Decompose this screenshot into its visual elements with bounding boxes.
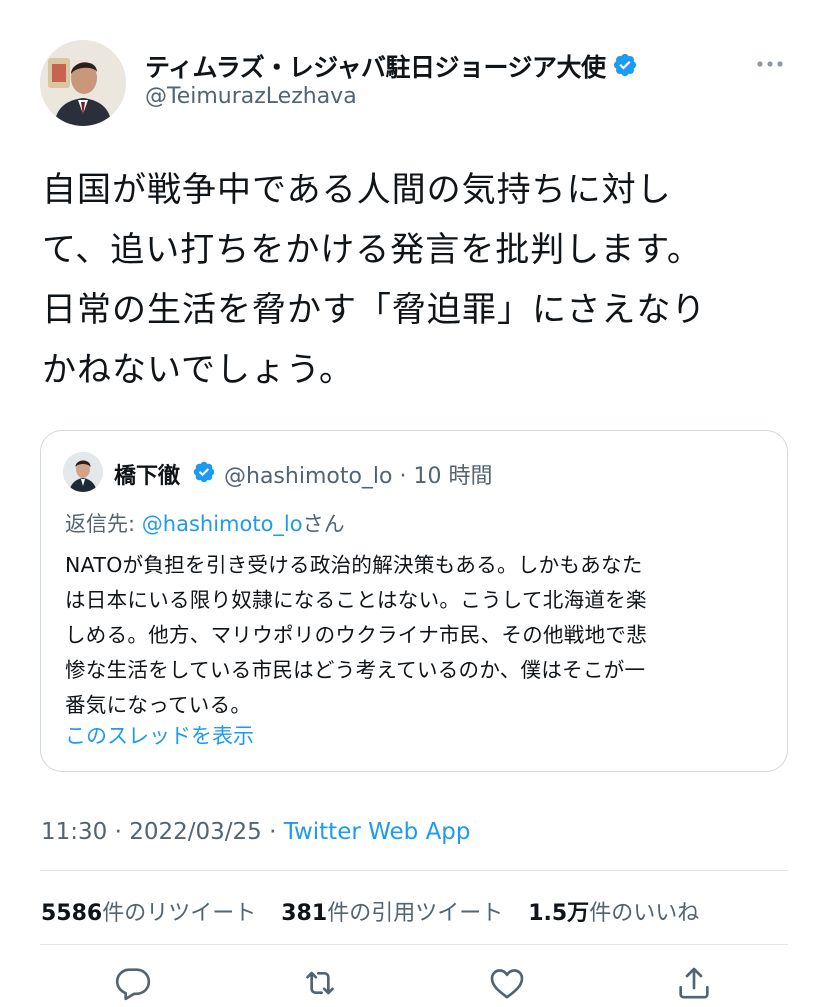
share-icon xyxy=(679,967,709,999)
tweet-timestamp: 11:30 · 2022/03/25 · Twitter Web App xyxy=(41,819,471,845)
quotes-label: 件の引用ツイート xyxy=(327,901,504,926)
quoted-tweet[interactable]: 橋下徹 @hashimoto_lo · 10 時間 返信先: @hashimot… xyxy=(40,430,788,772)
tweet-line: て、追い打ちをかける発言を批判します。 xyxy=(42,230,702,270)
quote-handle-time[interactable]: @hashimoto_lo · 10 時間 xyxy=(224,458,492,490)
author-handle[interactable]: @TeimurazLezhava xyxy=(145,84,357,109)
reply-mention-link[interactable]: @hashimoto_lo xyxy=(142,512,303,536)
tweet-stats: 5586件のリツイート 381件の引用ツイート 1.5万件のいいね xyxy=(41,895,717,927)
more-icon[interactable] xyxy=(754,52,786,76)
retweets-stat[interactable]: 5586件のリツイート xyxy=(41,901,256,926)
likes-label: 件のいいね xyxy=(589,901,700,926)
quote-author-name[interactable]: 橋下徹 xyxy=(114,458,180,490)
tweet-line: 日常の生活を脅かす「脅迫罪」にさえなり xyxy=(42,290,707,330)
likes-stat[interactable]: 1.5万件のいいね xyxy=(528,901,699,926)
quotes-stat[interactable]: 381件の引用ツイート xyxy=(281,901,503,926)
likes-count: 1.5万 xyxy=(528,901,590,926)
author-name[interactable]: ティムラズ・レジャバ駐日ジョージア大使 xyxy=(145,48,606,84)
author-avatar[interactable] xyxy=(40,40,126,126)
verified-badge-icon xyxy=(193,461,215,483)
tweet-line: かねないでしょう。 xyxy=(42,350,354,390)
quote-line: 惨な生活をしている市民はどう考えているのか、僕はそこが一 xyxy=(65,658,646,682)
like-icon xyxy=(490,969,524,999)
tweet-line: 自国が戦争中である人間の気持ちに対し xyxy=(42,170,672,210)
share-button[interactable] xyxy=(674,963,714,1003)
tweet-text: 自国が戦争中である人間の気持ちに対し て、追い打ちをかける発言を批判します。 日… xyxy=(42,160,787,400)
quote-reply-context: 返信先: @hashimoto_loさん xyxy=(65,508,345,538)
divider xyxy=(40,944,788,945)
verified-badge-icon xyxy=(613,53,637,77)
show-thread-link[interactable]: このスレッドを表示 xyxy=(65,720,254,750)
quote-line: 番気になっている。 xyxy=(65,693,252,717)
reply-suffix: さん xyxy=(302,512,345,536)
reply-button[interactable] xyxy=(113,963,153,1003)
timestamp-time[interactable]: 11:30 · 2022/03/25 · xyxy=(41,819,284,845)
quote-line: NATOが負担を引き受ける政治的解決策もある。しかもあなた xyxy=(65,553,643,577)
retweet-icon xyxy=(306,971,334,995)
tweet-source-link[interactable]: Twitter Web App xyxy=(284,819,471,845)
reply-prefix: 返信先: xyxy=(65,512,142,536)
quotes-count: 381 xyxy=(281,901,328,926)
quote-line: は日本にいる限り奴隷になることはない。こうして北海道を楽 xyxy=(65,588,647,612)
divider xyxy=(40,870,788,871)
reply-icon xyxy=(115,968,151,1001)
quote-avatar[interactable] xyxy=(63,452,103,492)
quote-line: しめる。他方、マリウポリのウクライナ市民、その他戦地で悲 xyxy=(65,623,647,647)
retweets-label: 件のリツイート xyxy=(102,901,257,926)
quote-text: NATOが負担を引き受ける政治的解決策もある。しかもあなた は日本にいる限り奴隷… xyxy=(65,548,770,723)
retweets-count: 5586 xyxy=(41,901,103,926)
retweet-button[interactable] xyxy=(300,963,340,1003)
like-button[interactable] xyxy=(487,963,527,1003)
